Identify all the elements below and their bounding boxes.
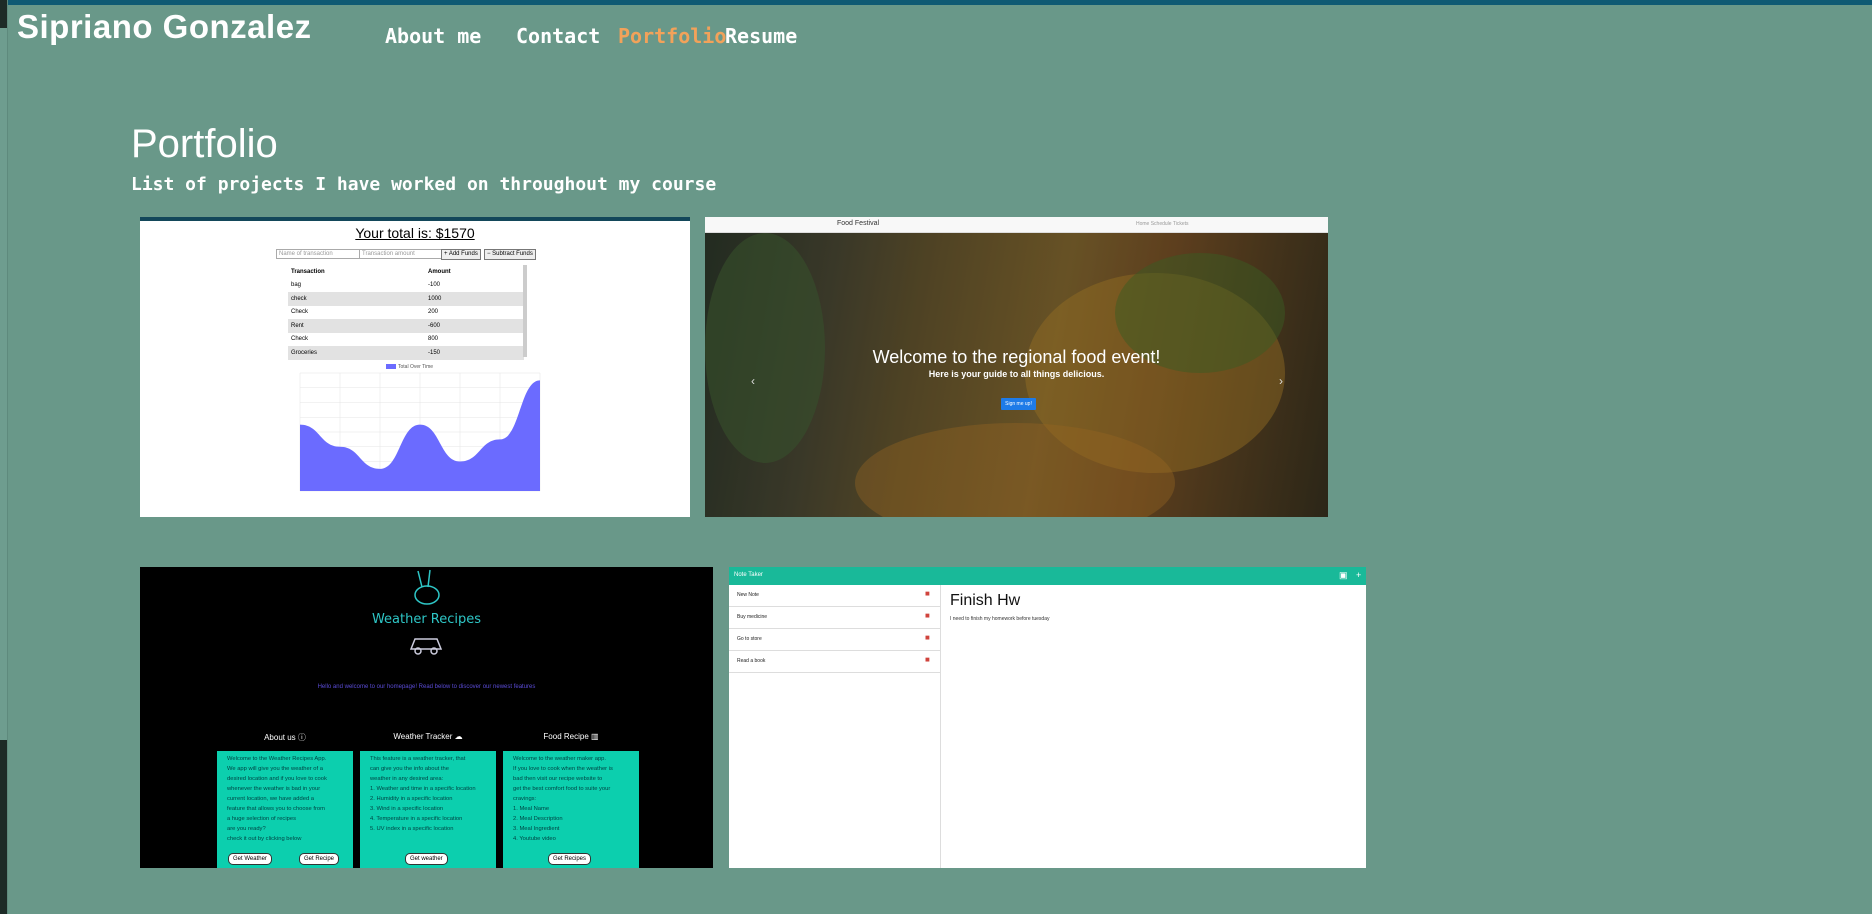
table-cell: -100: [428, 282, 441, 289]
car-icon: [409, 638, 443, 655]
nav-about-me[interactable]: About me: [385, 24, 481, 48]
table-cell: Rent: [288, 319, 425, 333]
browser-edge: [0, 0, 8, 914]
table-cell: -150: [425, 346, 524, 360]
table-row: Groceries -150: [288, 346, 524, 360]
get-recipe-button: Get Recipe: [299, 853, 340, 865]
trash-icon: ■: [925, 589, 930, 598]
nav-portfolio[interactable]: Portfolio: [618, 24, 726, 48]
cloud-icon: ☁: [454, 732, 463, 741]
food-hero-image: Welcome to the regional food event! Here…: [705, 233, 1328, 517]
food-brand: Food Festival: [837, 220, 880, 227]
table-row: Rent -600: [288, 319, 524, 333]
trash-icon: ■: [925, 633, 930, 642]
trash-icon: ■: [925, 611, 930, 620]
table-cell: -600: [425, 319, 524, 333]
table-cell: 800: [428, 336, 439, 343]
weather-tracker-card: This feature is a weather tracker, that c…: [360, 751, 496, 868]
food-tagline: Here is your guide to all things delicio…: [928, 369, 1105, 379]
table-row: check 1000: [288, 292, 524, 306]
table-row: bag -100: [288, 279, 524, 293]
chevron-right-icon: ›: [1279, 374, 1283, 388]
table-row: Check 200: [288, 306, 524, 320]
list-item: New Note ■: [729, 585, 940, 607]
about-us-heading: About us ⓘ: [264, 733, 306, 742]
table-cell: Groceries: [288, 346, 425, 360]
chevron-left-icon: ‹: [751, 374, 755, 388]
note-body: I need to finish my homework before tues…: [950, 616, 1050, 622]
list-item: Go to store ■: [729, 629, 940, 651]
project-food-festival[interactable]: Food Festival Home Schedule Tickets Welc…: [705, 217, 1328, 517]
list-item: Read a book ■: [729, 651, 940, 673]
add-funds-button: + Add Funds: [441, 249, 481, 260]
table-cell: 1000: [425, 292, 524, 306]
table-cell: Check: [291, 309, 309, 316]
column-header: Transaction: [291, 268, 325, 275]
transaction-name-input: Name of transaction: [276, 249, 360, 259]
table-cell: check: [288, 292, 425, 306]
top-accent-bar: [0, 0, 1872, 5]
get-weather-button-2: Get weather: [405, 853, 448, 865]
book-icon: ▥: [591, 732, 599, 741]
nav-resume[interactable]: Resume: [725, 24, 797, 48]
weather-app-title: Weather Recipes: [371, 612, 482, 627]
note-title: Finish Hw: [950, 592, 1021, 609]
nav-contact[interactable]: Contact: [516, 24, 600, 48]
about-us-card: Welcome to the Weather Recipes App. We ap…: [217, 751, 353, 868]
budget-total: Your total is: $1570: [355, 225, 475, 241]
food-navbar: Food Festival Home Schedule Tickets: [705, 217, 1328, 233]
info-icon: ⓘ: [297, 733, 306, 742]
total-chart: [299, 372, 541, 492]
table-cell: bag: [291, 282, 302, 289]
list-item: Buy medicine ■: [729, 607, 940, 629]
note-list: New Note ■ Buy medicine ■ Go to store ■ Rea…: [729, 585, 941, 868]
project-note-taker[interactable]: Note Taker ▣ + New Note ■ Buy medicine ■ G…: [729, 567, 1366, 868]
get-recipes-button: Get Recipes: [548, 853, 592, 865]
get-weather-button: Get Weather: [228, 853, 272, 865]
table-cell: 200: [428, 309, 439, 316]
food-recipe-card: Welcome to the weather maker app. If you …: [503, 751, 639, 868]
project-weather-recipes[interactable]: Weather Recipes Hello and welcome to our…: [140, 567, 713, 868]
table-row: Check 800: [288, 333, 524, 347]
page-subtitle: List of projects I have worked on throug…: [131, 174, 717, 195]
weather-welcome-text: Hello and welcome to our homepage! Read …: [317, 684, 536, 690]
project-budget-tracker[interactable]: Your total is: $1570 Name of transaction…: [140, 217, 690, 517]
site-title: Sipriano Gonzalez: [17, 8, 312, 45]
column-header: Amount: [428, 268, 451, 275]
table-header-row: Transaction Amount: [288, 265, 524, 279]
subtract-funds-button: − Subtract Funds: [484, 249, 536, 260]
save-icon: ▣: [1339, 570, 1348, 580]
transaction-amount-input: Transaction amount: [359, 249, 443, 259]
food-headline: Welcome to the regional food event!: [872, 347, 1161, 367]
trash-icon: ■: [925, 655, 930, 664]
food-nav-links: Home Schedule Tickets: [1136, 221, 1189, 227]
note-taker-title: Note Taker: [734, 572, 763, 578]
weather-tracker-heading: Weather Tracker ☁: [393, 732, 463, 741]
page-title: Portfolio: [131, 122, 278, 166]
table-cell: Check: [291, 336, 309, 343]
plus-icon: +: [1356, 570, 1362, 580]
table-scrollbar: [523, 265, 527, 357]
food-recipe-heading: Food Recipe ▥: [543, 732, 599, 741]
note-taker-navbar: Note Taker ▣ +: [729, 567, 1366, 585]
rabbit-logo-icon: [414, 569, 440, 605]
transactions-table: Transaction Amount bag -100 check 1000 Che…: [288, 265, 524, 360]
food-signup-button: Sign me up!: [1001, 398, 1036, 410]
